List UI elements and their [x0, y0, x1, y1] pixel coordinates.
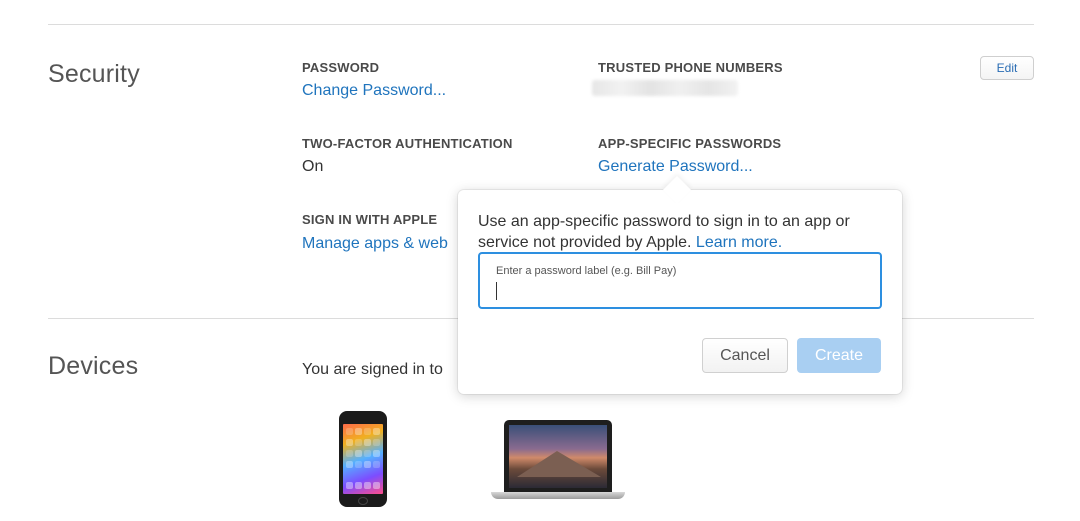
popover-description: Use an app-specific password to sign in …	[478, 211, 888, 253]
edit-security-button[interactable]: Edit	[980, 56, 1034, 80]
iphone-home-button	[358, 497, 368, 505]
text-caret	[496, 282, 497, 300]
app-specific-passwords-label: APP-SPECIFIC PASSWORDS	[598, 136, 782, 151]
signed-in-text: You are signed in to	[302, 361, 443, 378]
mountain-wallpaper	[517, 451, 601, 477]
app-specific-password-popover: Use an app-specific password to sign in …	[458, 175, 902, 394]
macbook-display	[509, 425, 607, 488]
learn-more-link[interactable]: Learn more.	[696, 234, 782, 251]
cancel-button[interactable]: Cancel	[702, 338, 788, 373]
devices-section-title: Devices	[48, 352, 139, 380]
macbook-lid	[504, 420, 612, 492]
top-divider	[48, 24, 1034, 25]
manage-apps-link[interactable]: Manage apps & web	[302, 235, 448, 253]
two-factor-value: On	[302, 158, 324, 175]
change-password-link[interactable]: Change Password...	[302, 82, 446, 100]
create-button[interactable]: Create	[797, 338, 881, 373]
two-factor-label: TWO-FACTOR AUTHENTICATION	[302, 136, 513, 151]
macbook-device-icon[interactable]	[491, 420, 625, 502]
iphone-screen	[343, 424, 383, 494]
popover-arrow	[662, 175, 692, 205]
password-label-placeholder: Enter a password label (e.g. Bill Pay)	[496, 265, 677, 277]
generate-password-link[interactable]: Generate Password...	[598, 158, 753, 176]
trusted-phone-number-redacted	[592, 80, 738, 96]
sign-in-with-apple-label: SIGN IN WITH APPLE	[302, 212, 438, 227]
security-section-title: Security	[48, 60, 140, 88]
macbook-base	[491, 492, 625, 499]
trusted-phone-numbers-label: TRUSTED PHONE NUMBERS	[598, 60, 783, 75]
iphone-device-icon[interactable]	[339, 411, 387, 507]
popover-description-text: Use an app-specific password to sign in …	[478, 213, 850, 251]
password-label-input[interactable]: Enter a password label (e.g. Bill Pay)	[478, 252, 882, 309]
password-label: PASSWORD	[302, 60, 380, 75]
